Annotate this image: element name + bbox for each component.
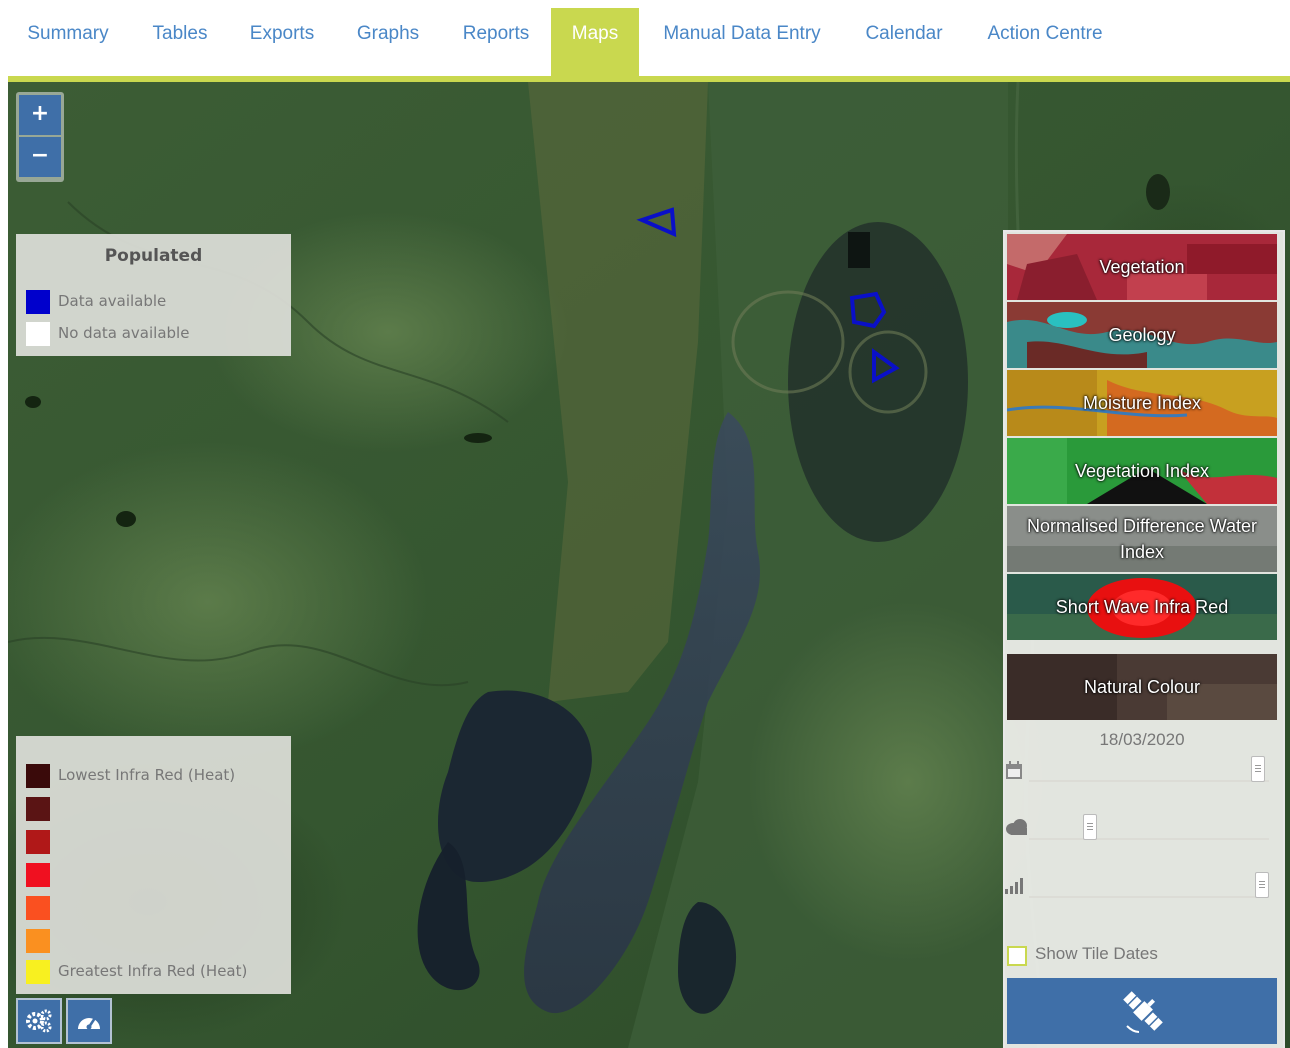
layer-name: Geology — [1108, 325, 1176, 345]
heat-swatch — [26, 797, 50, 821]
satellite-map[interactable]: + − Populated Data available No data ava… — [8, 82, 1290, 1048]
layer-name: Short Wave Infra Red — [1055, 597, 1229, 617]
legend-swatch — [26, 290, 50, 314]
tab-tables[interactable]: Tables — [134, 8, 226, 76]
layer-selector: Vegetation Geology Moisture Index Vegeta… — [1003, 230, 1285, 1048]
cloud-cover-slider[interactable] — [1005, 812, 1279, 856]
tab-graphs[interactable]: Graphs — [338, 8, 438, 76]
cloud-icon — [1006, 819, 1027, 835]
heat-swatch — [26, 764, 50, 788]
heat-swatch — [26, 896, 50, 920]
signal-bars-icon — [1005, 878, 1023, 894]
layer-vegetation-index[interactable]: Vegetation Index — [1007, 438, 1277, 504]
date-slider[interactable] — [1005, 754, 1279, 798]
settings-button[interactable] — [16, 998, 62, 1044]
slider-track — [1029, 838, 1269, 840]
slider-track — [1029, 780, 1269, 782]
populated-legend: Populated Data available No data availab… — [16, 234, 291, 356]
legend-swatch — [26, 322, 50, 346]
layer-name: Vegetation — [1099, 257, 1185, 277]
layer-ndwi[interactable]: Normalised Difference Water Index — [1007, 506, 1277, 572]
show-tile-dates-label: Show Tile Dates — [1035, 944, 1158, 963]
zoom-control: + − — [16, 92, 64, 182]
imagery-date: 18/03/2020 — [1099, 730, 1185, 749]
tab-reports[interactable]: Reports — [444, 8, 548, 76]
zoom-in-button[interactable]: + — [19, 95, 61, 135]
heat-swatch — [26, 863, 50, 887]
layer-natural-colour[interactable]: Natural Colour — [1007, 654, 1277, 720]
apply-imagery-button[interactable] — [1007, 978, 1277, 1044]
layer-short-wave-infra-red[interactable]: Short Wave Infra Red — [1007, 574, 1277, 640]
heat-legend: Lowest Infra Red (Heat) Greatest Infra R… — [16, 736, 291, 994]
layer-name: Natural Colour — [1083, 677, 1201, 697]
heat-swatch — [26, 929, 50, 953]
layer-geology[interactable]: Geology — [1007, 302, 1277, 368]
satellite-icon — [1123, 991, 1163, 1033]
heat-swatch — [26, 960, 50, 984]
populated-legend-title: Populated — [104, 246, 203, 266]
layer-name: Moisture Index — [1082, 393, 1202, 413]
slider-handle[interactable] — [1083, 814, 1097, 840]
tab-manual-data-entry[interactable]: Manual Data Entry — [645, 8, 839, 76]
layer-name: Vegetation Index — [1074, 461, 1210, 481]
slider-track — [1029, 896, 1269, 898]
legend-label: No data available — [58, 324, 190, 342]
slider-handle[interactable] — [1251, 756, 1265, 782]
speedometer-icon — [78, 1017, 100, 1030]
zoom-out-button[interactable]: − — [19, 137, 61, 177]
tab-maps[interactable]: Maps — [551, 8, 639, 76]
layer-vegetation[interactable]: Vegetation — [1007, 234, 1277, 300]
tab-exports[interactable]: Exports — [232, 8, 332, 76]
heat-legend-low-label: Lowest Infra Red (Heat) — [58, 766, 236, 784]
tab-calendar[interactable]: Calendar — [847, 8, 961, 76]
heat-legend-high-label: Greatest Infra Red (Heat) — [58, 962, 248, 980]
tab-action-centre[interactable]: Action Centre — [968, 8, 1122, 76]
dashboard-button[interactable] — [66, 998, 112, 1044]
signal-slider[interactable] — [1005, 870, 1279, 914]
heat-swatch — [26, 830, 50, 854]
show-tile-dates-checkbox[interactable] — [1007, 946, 1027, 966]
layer-name: Normalised Difference Water Index — [1026, 516, 1258, 562]
settings-gears-icon — [26, 1009, 52, 1033]
top-navigation: Summary Tables Exports Graphs Reports Ma… — [0, 0, 1290, 82]
slider-handle[interactable] — [1255, 872, 1269, 898]
tab-summary[interactable]: Summary — [8, 8, 128, 76]
layer-moisture-index[interactable]: Moisture Index — [1007, 370, 1277, 436]
calendar-icon — [1006, 761, 1022, 779]
legend-label: Data available — [58, 292, 167, 310]
